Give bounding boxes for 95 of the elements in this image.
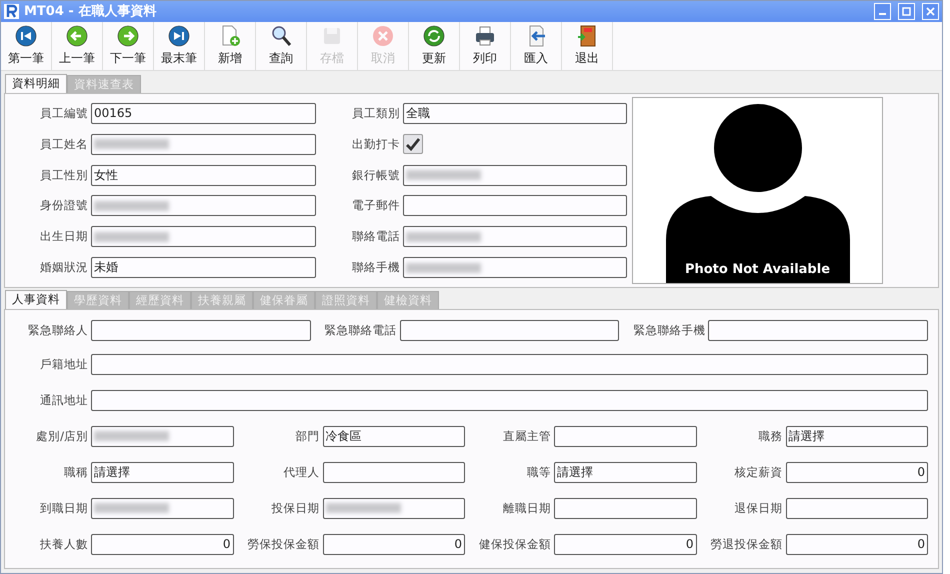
field-label: 直屬主管 (502, 428, 552, 444)
field-label: 緊急聯絡手機 (632, 322, 706, 338)
toolbar-button[interactable]: 查詢 (256, 22, 307, 70)
field-label: 核定薪資 (734, 464, 784, 480)
close-icon (926, 6, 935, 16)
input-field[interactable]: 00165 (91, 102, 316, 124)
field-label: 離職日期 (502, 500, 552, 516)
skip-forward-icon (168, 24, 190, 47)
cancel-icon (372, 24, 394, 47)
field-label: 職務 (758, 428, 784, 444)
toolbar-button[interactable]: 退出 (562, 22, 613, 70)
field-label: 銀行帳號 (351, 168, 401, 183)
input-field[interactable] (403, 164, 627, 186)
input-field[interactable] (91, 226, 316, 248)
minimize-icon (879, 12, 886, 15)
input-field[interactable] (91, 195, 316, 216)
input-field[interactable]: 未婚 (91, 257, 316, 278)
checkbox[interactable] (403, 134, 423, 154)
restore-button[interactable] (898, 2, 915, 20)
field-label: 代理人 (282, 464, 320, 480)
input-field[interactable] (91, 320, 311, 340)
field-label: 身份證號 (39, 198, 89, 214)
field-label: 緊急聯絡電話 (324, 322, 398, 338)
field-label: 職稱 (63, 464, 89, 480)
input-field[interactable]: 0 (786, 462, 928, 482)
field-label: 婚姻狀況 (39, 260, 89, 276)
input-field[interactable] (322, 498, 465, 518)
toolbar-button[interactable]: 最末筆 (154, 22, 205, 70)
field-label: 健保投保金額 (478, 536, 552, 552)
restore-icon (902, 6, 911, 16)
input-field[interactable] (403, 226, 627, 248)
input-field[interactable] (786, 498, 928, 518)
field-label: 緊急聯絡人 (27, 322, 89, 338)
field-label: 出生日期 (39, 229, 89, 244)
field-label: 通訊地址 (39, 392, 89, 408)
input-field[interactable] (91, 354, 928, 374)
field-label: 聯絡電話 (351, 229, 401, 244)
input-field[interactable]: 請選擇 (786, 426, 928, 446)
field-label: 勞保投保金額 (246, 536, 320, 552)
field-label: 戶籍地址 (39, 356, 89, 372)
field-label: 扶養人數 (39, 536, 89, 552)
field-label: 職等 (526, 464, 552, 480)
toolbar-button[interactable]: 列印 (460, 22, 511, 70)
input-field[interactable]: 0 (322, 534, 465, 554)
close-button[interactable] (922, 2, 939, 20)
field-label: 退保日期 (734, 500, 784, 516)
input-field[interactable] (403, 195, 627, 216)
app-logo-icon (4, 4, 19, 19)
input-field[interactable] (91, 498, 234, 518)
field-label: 部門 (294, 428, 320, 444)
input-field[interactable] (554, 498, 696, 518)
field-label: 員工性別 (39, 168, 89, 183)
toolbar-button[interactable]: 下一筆 (103, 22, 154, 70)
field-label: 員工姓名 (39, 136, 89, 152)
field-label: 聯絡手機 (351, 260, 401, 276)
field-label: 員工編號 (39, 106, 89, 121)
field-label: 勞退投保金額 (710, 536, 784, 552)
toolbar-button[interactable]: 第一筆 (1, 22, 52, 70)
window-title: MT04 - 在職人事資料 (24, 2, 158, 20)
input-field[interactable] (554, 426, 696, 446)
field-label: 到職日期 (39, 500, 89, 516)
input-field[interactable]: 請選擇 (91, 462, 234, 482)
minimize-button[interactable] (874, 2, 891, 20)
input-field[interactable]: 0 (786, 534, 928, 554)
tab[interactable]: 人事資料 (5, 290, 67, 309)
tab[interactable]: 資料明細 (5, 74, 67, 93)
input-field[interactable]: 冷食區 (322, 426, 465, 446)
input-field[interactable] (91, 390, 928, 410)
input-field[interactable] (322, 462, 465, 482)
field-label: 處別/店別 (35, 428, 89, 444)
field-label: 投保日期 (270, 500, 320, 516)
input-field[interactable] (400, 320, 620, 340)
toolbar-button[interactable]: 上一筆 (52, 22, 103, 70)
input-field[interactable]: 女性 (91, 164, 316, 186)
toolbar-button[interactable]: 更新 (409, 22, 460, 70)
input-field[interactable] (91, 426, 234, 446)
input-field[interactable]: 全職 (403, 102, 627, 124)
skip-back-icon (15, 24, 37, 47)
toolbar-button[interactable]: 新增 (205, 22, 256, 70)
input-field[interactable]: 0 (554, 534, 696, 554)
check-icon (406, 138, 420, 151)
input-field[interactable]: 請選擇 (554, 462, 696, 482)
door-icon (576, 24, 598, 47)
refresh-icon (423, 24, 445, 47)
search-icon (270, 24, 292, 47)
field-label: 電子郵件 (351, 198, 401, 214)
input-field[interactable] (708, 320, 928, 340)
printer-icon (474, 24, 496, 47)
input-field[interactable] (91, 134, 316, 155)
input-field[interactable]: 0 (91, 534, 234, 554)
toolbar-button[interactable]: 匯入 (511, 22, 562, 70)
field-label: 出勤打卡 (351, 136, 401, 152)
field-label: 員工類別 (351, 106, 401, 121)
input-field[interactable] (403, 257, 627, 278)
photo-caption: Photo Not Available (684, 262, 832, 277)
